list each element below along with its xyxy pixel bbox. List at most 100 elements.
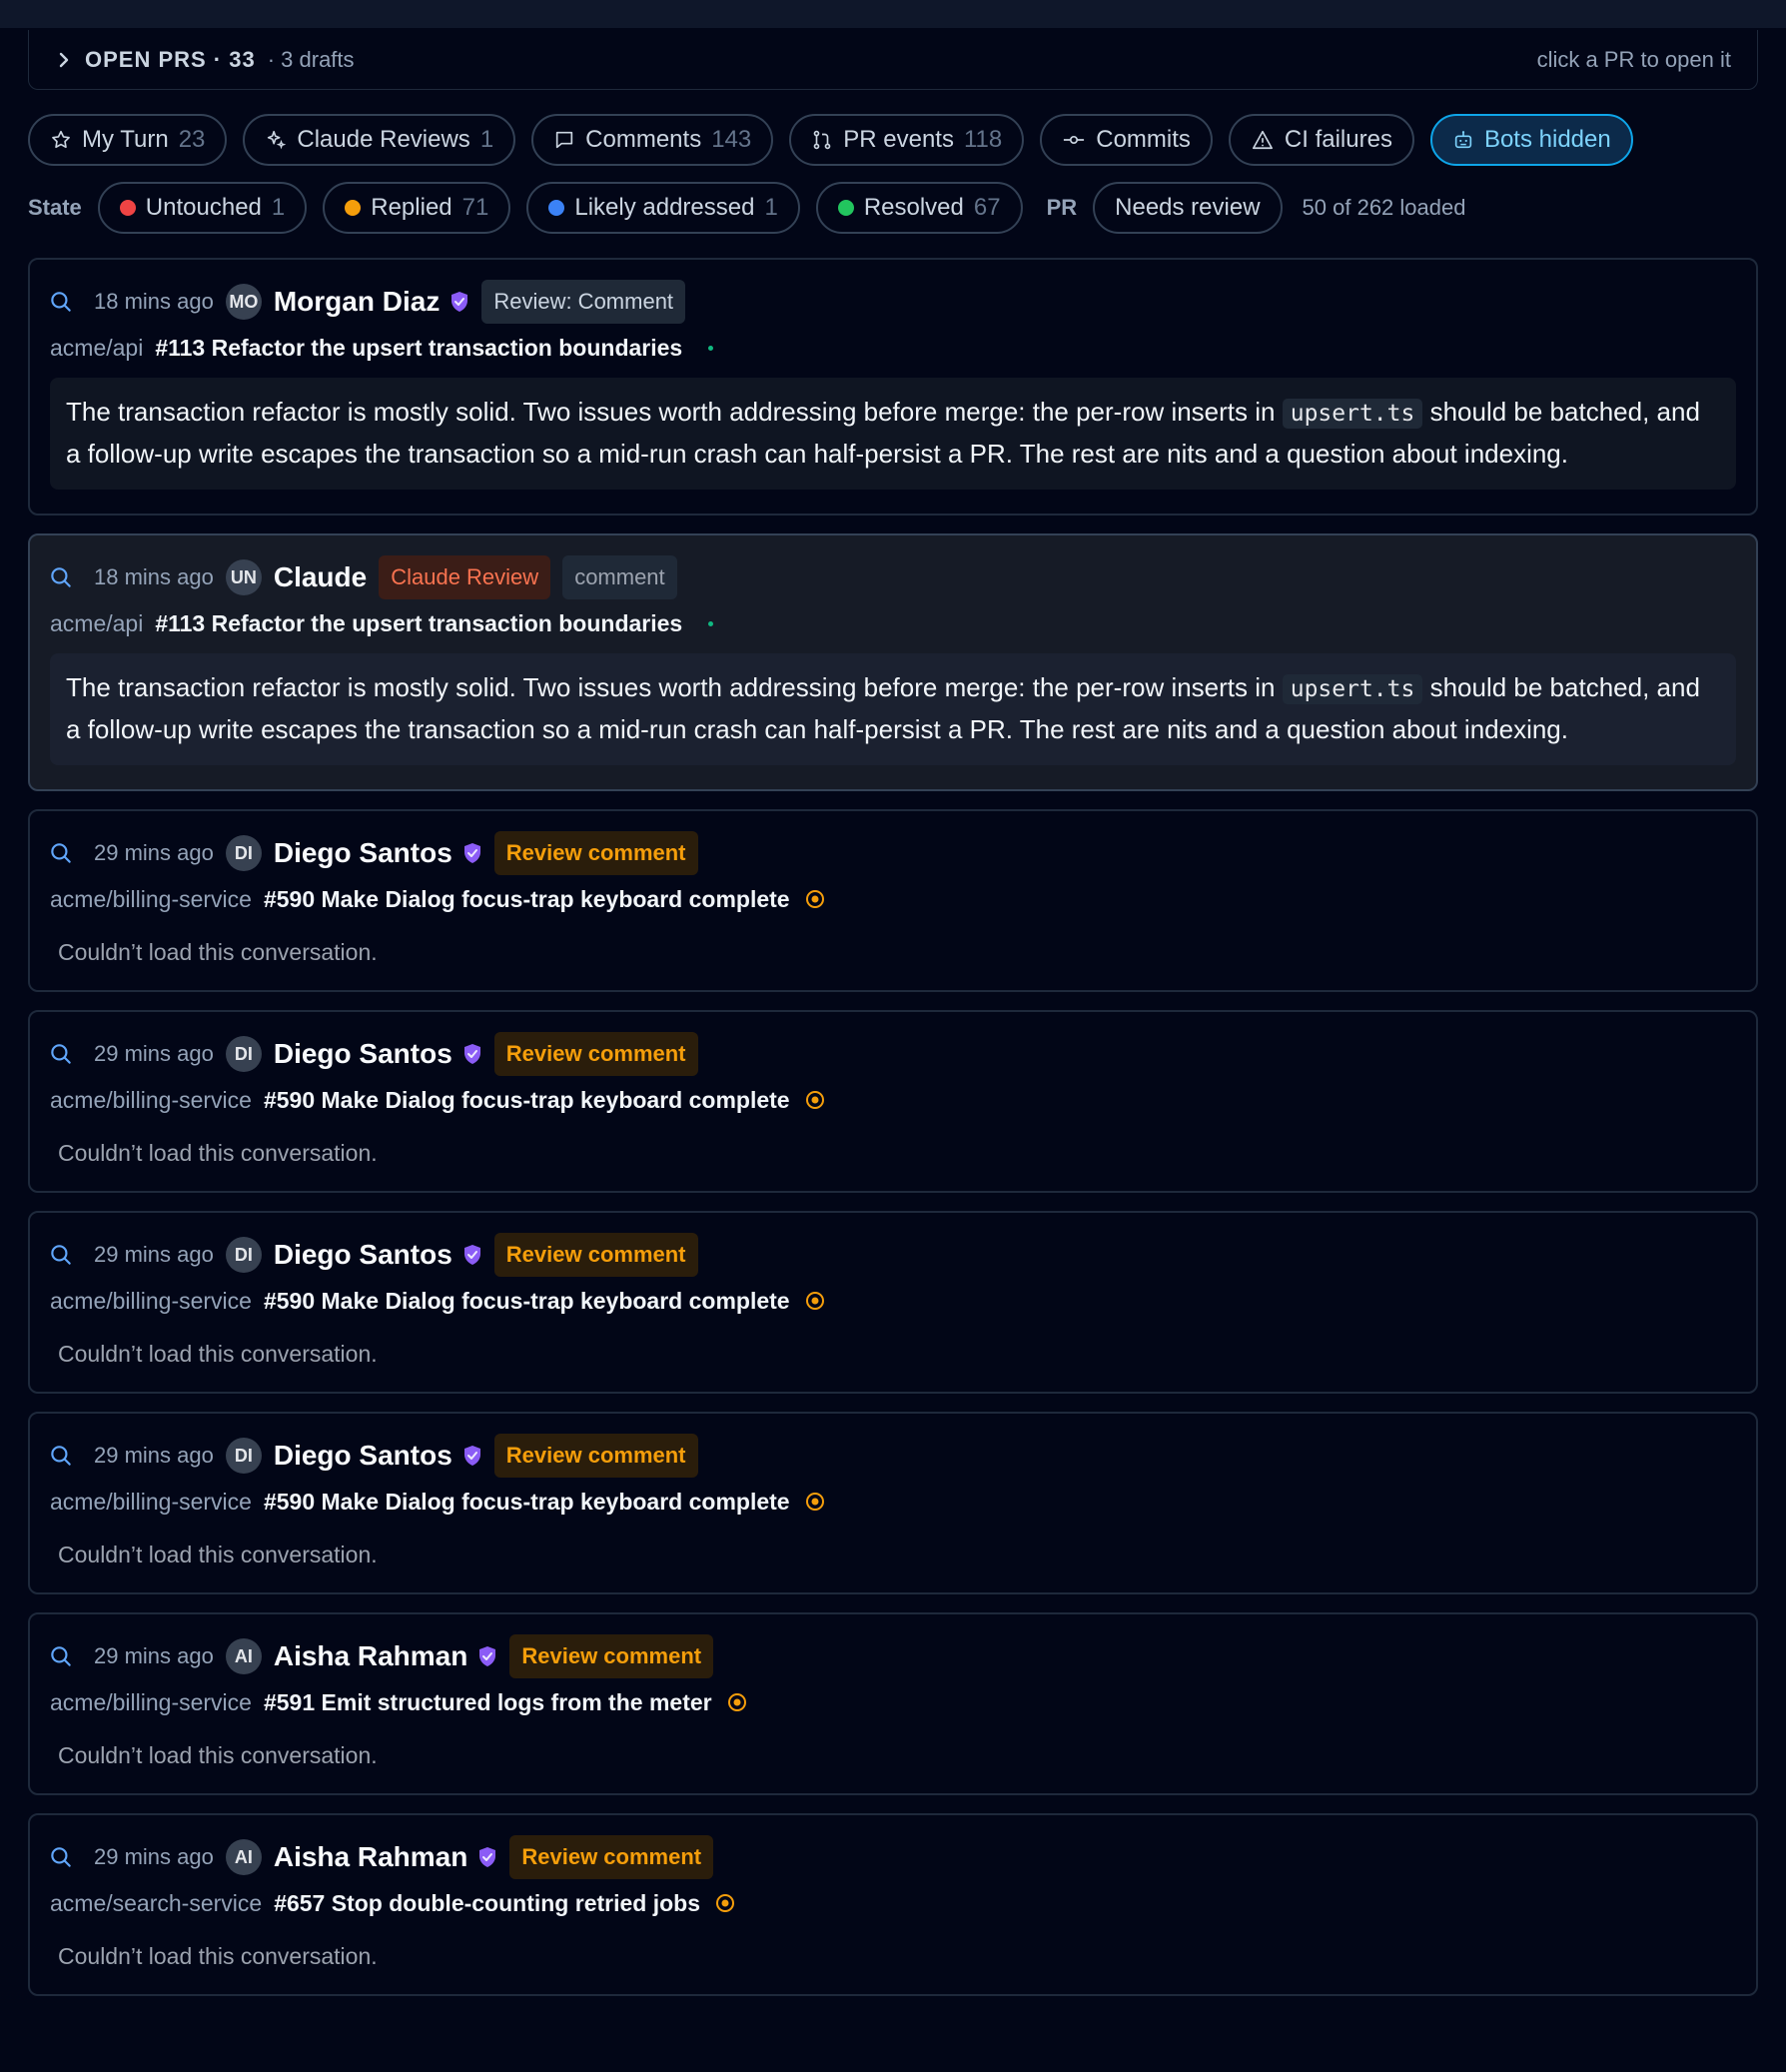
pr-title-link[interactable]: #590 Make Dialog focus-trap keyboard com…	[264, 1288, 790, 1315]
state-chip-count: 1	[271, 194, 286, 221]
search-icon[interactable]	[48, 1242, 74, 1268]
activity-card[interactable]: 29 mins ago DI Diego Santos Review comment a…	[28, 1010, 1758, 1193]
search-icon[interactable]	[48, 840, 74, 866]
timestamp: 18 mins ago	[94, 564, 214, 589]
pr-filter-needs-review[interactable]: Needs review	[1093, 182, 1283, 234]
repo-name[interactable]: acme/billing-service	[50, 1087, 252, 1114]
state-dot-icon	[345, 200, 362, 216]
timestamp: 29 mins ago	[94, 1443, 214, 1468]
filter-chip-commits[interactable]: Commits	[1040, 114, 1213, 166]
state-chip-label: Resolved	[863, 194, 964, 221]
avatar: MO	[225, 284, 262, 320]
state-dot-icon	[548, 200, 565, 216]
state-chip-likely-addressed[interactable]: Likely addressed 1	[526, 182, 800, 234]
top-bar	[0, 0, 1786, 28]
pr-title-link[interactable]: #590 Make Dialog focus-trap keyboard com…	[264, 886, 790, 913]
repo-name[interactable]: acme/search-service	[50, 1890, 262, 1917]
timestamp: 29 mins ago	[94, 1242, 214, 1267]
search-icon[interactable]	[48, 1443, 74, 1469]
review-badge: Review: Comment	[481, 280, 686, 324]
review-badge: Review comment	[493, 1032, 698, 1076]
author-name[interactable]: Aisha Rahman	[274, 1841, 468, 1873]
state-chip-untouched[interactable]: Untouched 1	[97, 182, 308, 234]
load-error-message: Couldn’t load this conversation.	[58, 1742, 378, 1768]
commit-icon	[1062, 129, 1086, 151]
activity-card[interactable]: 29 mins ago DI Diego Santos Review comment a…	[28, 1211, 1758, 1394]
activity-card[interactable]: 29 mins ago DI Diego Santos Review comment a…	[28, 809, 1758, 992]
author-name[interactable]: Aisha Rahman	[274, 1640, 468, 1672]
author-name[interactable]: Diego Santos	[274, 1038, 452, 1070]
verified-shield-icon	[449, 291, 469, 313]
activity-card[interactable]: 18 mins ago UN Claude Claude Review comment a…	[28, 533, 1758, 791]
timestamp: 18 mins ago	[94, 289, 214, 314]
activity-card[interactable]: 29 mins ago AI Aisha Rahman Review comment a…	[28, 1612, 1758, 1795]
search-icon[interactable]	[48, 289, 74, 315]
timestamp: 29 mins ago	[94, 1041, 214, 1066]
filter-chip-claude-reviews[interactable]: Claude Reviews 1	[243, 114, 516, 166]
target-status-icon	[714, 1892, 736, 1914]
state-chip-replied[interactable]: Replied 71	[323, 182, 511, 234]
verified-shield-icon	[462, 842, 482, 864]
avatar: UN	[225, 559, 262, 595]
repo-name[interactable]: acme/billing-service	[50, 886, 252, 913]
repo-name[interactable]: acme/billing-service	[50, 1689, 252, 1716]
author-name[interactable]: Diego Santos	[274, 1239, 452, 1271]
card-header: 29 mins ago AI Aisha Rahman Review comment	[50, 1835, 1736, 1879]
chevron-right-icon[interactable]	[55, 51, 73, 69]
card-pr-line: acme/api #113 Refactor the upsert transac…	[50, 605, 1736, 641]
loaded-count: 50 of 262 loaded	[1302, 195, 1466, 220]
search-icon[interactable]	[48, 564, 74, 590]
activity-card[interactable]: 18 mins ago MO Morgan Diaz Review: Comment a…	[28, 258, 1758, 516]
pr-title-link[interactable]: #113 Refactor the upsert transaction bou…	[155, 610, 682, 637]
pr-title-link[interactable]: #113 Refactor the upsert transaction bou…	[155, 335, 682, 362]
card-header: 29 mins ago AI Aisha Rahman Review comment	[50, 1634, 1736, 1678]
state-filter-row: State Untouched 1 Replied 71 Likely addresse…	[28, 182, 1758, 234]
card-header: 29 mins ago DI Diego Santos Review comment	[50, 831, 1736, 875]
filter-chip-my-turn[interactable]: My Turn 23	[28, 114, 228, 166]
search-icon[interactable]	[48, 1643, 74, 1669]
author-name[interactable]: Diego Santos	[274, 837, 452, 869]
avatar: AI	[225, 1839, 262, 1875]
repo-name[interactable]: acme/billing-service	[50, 1489, 252, 1516]
repo-name[interactable]: acme/api	[50, 610, 143, 637]
author-name[interactable]: Diego Santos	[274, 1440, 452, 1472]
state-chip-resolved[interactable]: Resolved 67	[815, 182, 1023, 234]
pr-title-link[interactable]: #590 Make Dialog focus-trap keyboard com…	[264, 1087, 790, 1114]
review-badge: Review comment	[493, 831, 698, 875]
author-name[interactable]: Claude	[274, 561, 367, 593]
repo-name[interactable]: acme/billing-service	[50, 1288, 252, 1315]
activity-card[interactable]: 29 mins ago AI Aisha Rahman Review comment a…	[28, 1813, 1758, 1996]
search-icon[interactable]	[48, 1844, 74, 1870]
filter-chip-ci-failures[interactable]: CI failures	[1228, 114, 1414, 166]
verified-shield-icon	[477, 1846, 497, 1868]
pr-title-link[interactable]: #591 Emit structured logs from the meter	[264, 1689, 712, 1716]
filter-chip-pr-events[interactable]: PR events 118	[789, 114, 1025, 166]
author-name[interactable]: Morgan Diaz	[274, 286, 440, 318]
state-chip-label: Replied	[371, 194, 452, 221]
inline-code: upsert.ts	[1282, 399, 1423, 429]
filter-chip-label: My Turn	[82, 126, 169, 153]
sparkle-icon	[265, 129, 287, 151]
timestamp: 29 mins ago	[94, 1643, 214, 1668]
open-prs-header[interactable]: OPEN PRS · 33 · 3 drafts click a PR to o…	[28, 30, 1758, 90]
filter-chip-comments[interactable]: Comments 143	[531, 114, 774, 166]
inline-code: upsert.ts	[1282, 674, 1423, 704]
card-header: 29 mins ago DI Diego Santos Review comment	[50, 1233, 1736, 1277]
state-chip-count: 71	[461, 194, 489, 221]
card-pr-line: acme/api #113 Refactor the upsert transac…	[50, 330, 1736, 366]
state-chip-label: Untouched	[145, 194, 262, 221]
pr-title-link[interactable]: #657 Stop double-counting retried jobs	[274, 1890, 700, 1917]
activity-list: 18 mins ago MO Morgan Diaz Review: Comment a…	[28, 258, 1758, 1996]
pr-label: PR	[1046, 195, 1078, 220]
filter-chip-count: 143	[711, 126, 752, 153]
filter-chip-bots-hidden[interactable]: Bots hidden	[1429, 114, 1633, 166]
verified-shield-icon	[462, 1043, 482, 1065]
load-error-message: Couldn’t load this conversation.	[58, 1140, 378, 1166]
comment-body: The transaction refactor is mostly solid…	[50, 378, 1736, 490]
repo-name[interactable]: acme/api	[50, 335, 143, 362]
filter-chip-count: 23	[178, 126, 206, 153]
pr-title-link[interactable]: #590 Make Dialog focus-trap keyboard com…	[264, 1489, 790, 1516]
activity-card[interactable]: 29 mins ago DI Diego Santos Review comment a…	[28, 1412, 1758, 1594]
search-icon[interactable]	[48, 1041, 74, 1067]
review-badge: comment	[562, 555, 677, 599]
